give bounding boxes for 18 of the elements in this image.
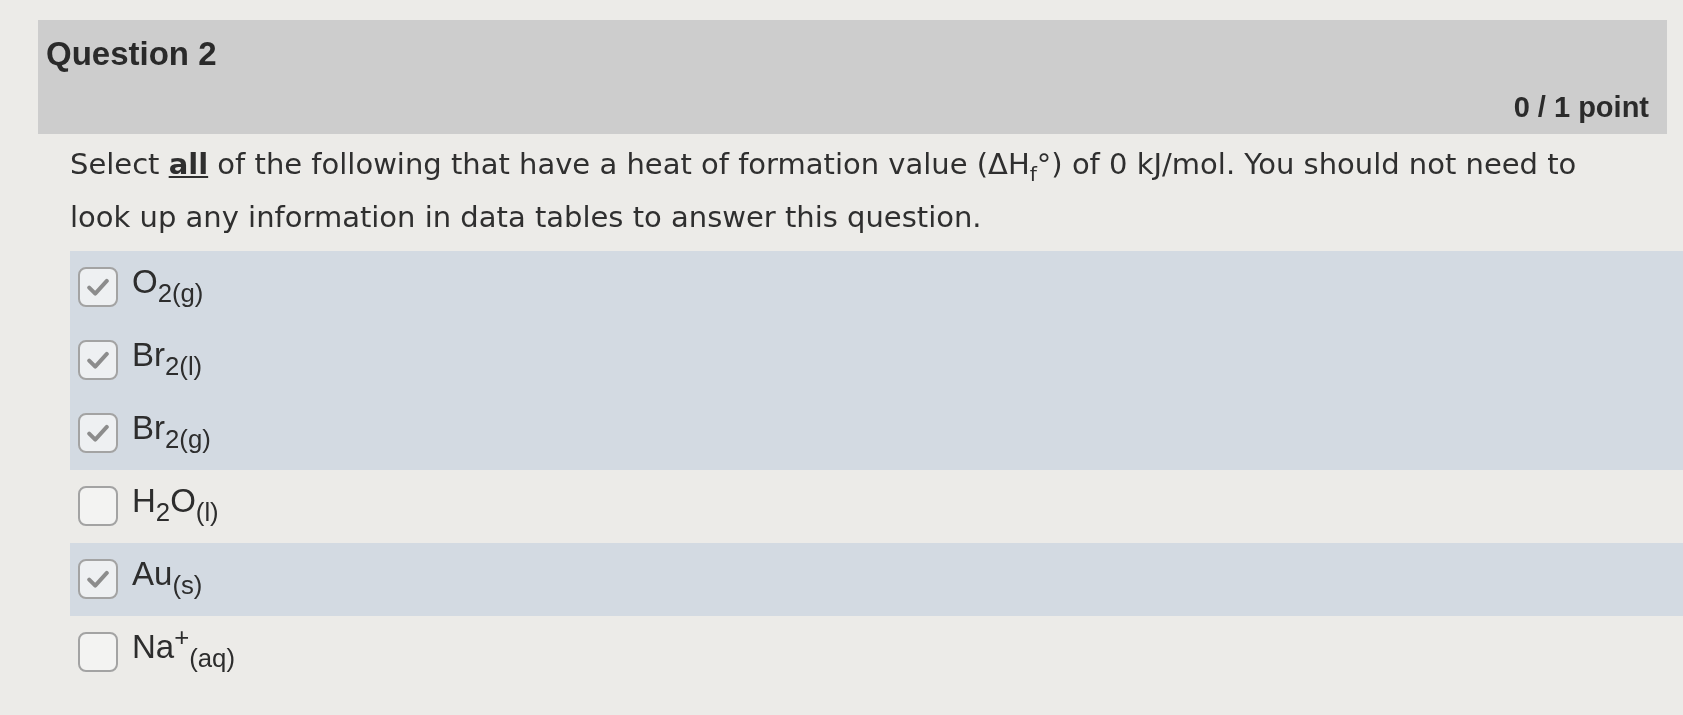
checkbox[interactable] bbox=[78, 267, 118, 308]
checkbox[interactable] bbox=[78, 340, 118, 381]
option-label[interactable]: Br$_{2(g)}$ bbox=[132, 408, 211, 459]
option-label[interactable]: Br$_{2(l)}$ bbox=[132, 335, 203, 386]
points-score: 0 / 1 point bbox=[1513, 89, 1649, 125]
checkmark-icon bbox=[87, 424, 109, 443]
checkmark-icon bbox=[87, 278, 109, 297]
checkmark-icon bbox=[87, 570, 109, 589]
checkbox[interactable] bbox=[78, 632, 118, 673]
checkbox[interactable] bbox=[78, 486, 118, 527]
checkmark-icon bbox=[87, 351, 109, 370]
option-label[interactable]: Au$_{(s)}$ bbox=[132, 554, 203, 605]
option-label[interactable]: O$_{2(g)}$ bbox=[132, 262, 204, 313]
checkbox[interactable] bbox=[78, 559, 118, 600]
question-text: Select all of the following that have a heat of formation value (ΔH$_{f}$°) of 0 kJ/mol. You should not need to look up any information in data tables to answer this question. bbox=[70, 146, 1578, 236]
option-label[interactable]: H$_{2}$O$_{(l)}$ bbox=[132, 481, 219, 532]
checkbox[interactable] bbox=[78, 413, 118, 454]
question-title: Question 2 bbox=[46, 34, 218, 74]
